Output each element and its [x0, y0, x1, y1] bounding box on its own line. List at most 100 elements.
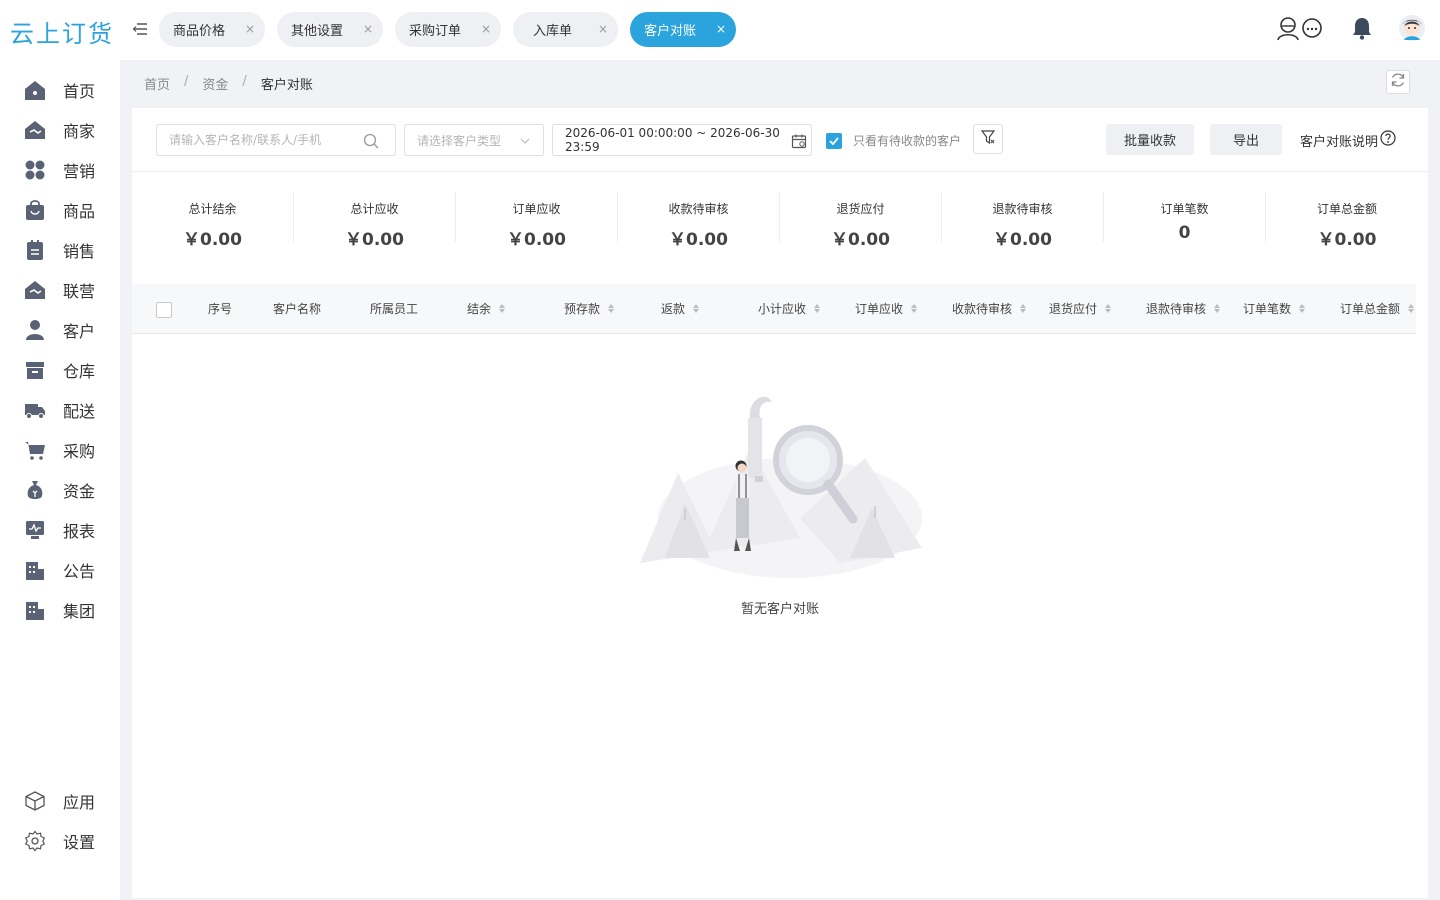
sidebar-item-funds[interactable]: 资金 — [24, 475, 95, 505]
sort-icon — [693, 304, 700, 313]
sidebar-item-label: 仓库 — [63, 362, 96, 381]
customer-type-select[interactable]: 请选择客户类型 — [404, 124, 544, 156]
column-header: 所属员工 — [370, 302, 419, 316]
collapse-menu-icon[interactable] — [131, 20, 149, 38]
tab-product-price[interactable]: 商品价格 × — [159, 12, 266, 47]
stat-order-total: 订单总金额 ￥0.00 — [1266, 192, 1428, 250]
sidebar-item-delivery[interactable]: 配送 — [24, 395, 95, 425]
column-header-sortable[interactable]: 小计应收 — [758, 300, 821, 317]
content-panel: 请选择客户类型 2026-06-01 00:00:00 ~ 2026-06-30… — [132, 108, 1428, 898]
page-tabs: 商品价格 × 其他设置 × 采购订单 × 入库单 × 客户对账 × — [159, 12, 737, 47]
column-header-sortable[interactable]: 收款待审核 — [952, 300, 1027, 317]
export-button[interactable]: 导出 — [1210, 124, 1282, 155]
refresh-button[interactable] — [1386, 70, 1410, 94]
sidebar-item-alliance[interactable]: 联营 — [24, 275, 95, 305]
sidebar-item-label: 报表 — [63, 522, 96, 541]
sidebar-item-group[interactable]: 集团 — [24, 595, 95, 625]
alliance-icon — [24, 279, 46, 301]
column-header-sortable[interactable]: 订单笔数 — [1243, 300, 1306, 317]
sidebar-item-customers[interactable]: 客户 — [24, 315, 95, 345]
date-range-value: 2026-06-01 00:00:00 ~ 2026-06-30 23:59 — [565, 126, 780, 154]
sidebar-item-reports[interactable]: 报表 — [24, 515, 95, 545]
column-header-sortable[interactable]: 结余 — [467, 300, 506, 317]
breadcrumb-current: 客户对账 — [260, 78, 313, 93]
sort-icon — [1105, 304, 1112, 313]
close-icon[interactable]: × — [598, 22, 608, 36]
stat-value: ￥0.00 — [831, 230, 890, 250]
stat-label: 退货应付 — [836, 202, 885, 216]
tab-inbound-order[interactable]: 入库单 × — [513, 12, 619, 47]
search-input[interactable] — [169, 133, 359, 147]
date-range-picker[interactable]: 2026-06-01 00:00:00 ~ 2026-06-30 23:59 — [552, 124, 812, 156]
column-header-sortable[interactable]: 订单应收 — [855, 300, 918, 317]
column-header-sortable[interactable]: 退货应付 — [1049, 300, 1112, 317]
sidebar-item-products[interactable]: 商品 — [24, 195, 95, 225]
batch-collect-button[interactable]: 批量收款 — [1106, 124, 1194, 155]
close-icon[interactable]: × — [716, 22, 726, 36]
app-logo[interactable]: 云上订货 — [10, 14, 114, 49]
sort-icon — [499, 304, 506, 313]
filter-bar: 请选择客户类型 2026-06-01 00:00:00 ~ 2026-06-30… — [132, 108, 1428, 172]
sort-icon — [1020, 304, 1027, 313]
column-header-sortable[interactable]: 订单总金额 — [1340, 300, 1415, 317]
sidebar-item-label: 集团 — [63, 602, 96, 621]
stat-refund-pending: 退款待审核 ￥0.00 — [942, 192, 1104, 250]
money-icon — [24, 479, 46, 501]
sidebar-item-store[interactable]: 商家 — [24, 115, 95, 145]
only-pending-label: 只看有待收款的客户 — [853, 134, 962, 148]
store-icon — [24, 119, 46, 141]
breadcrumb-funds[interactable]: 资金 — [202, 74, 228, 93]
sidebar-item-warehouse[interactable]: 仓库 — [24, 355, 95, 385]
tab-purchase-order[interactable]: 采购订单 × — [395, 12, 502, 47]
only-pending-toggle[interactable]: 只看有待收款的客户 — [826, 132, 961, 149]
column-header-sortable[interactable]: 返款 — [661, 300, 700, 317]
bag-icon — [24, 199, 46, 221]
stat-value: 0 — [1178, 223, 1191, 243]
sidebar-item-purchase[interactable]: 采购 — [24, 435, 95, 465]
tab-label: 客户对账 — [644, 24, 697, 39]
home-icon — [24, 79, 46, 101]
tab-other-settings[interactable]: 其他设置 × — [277, 12, 384, 47]
notice-icon — [24, 559, 46, 581]
tab-customer-reconciliation[interactable]: 客户对账 × — [630, 12, 737, 47]
sidebar-item-home[interactable]: 首页 — [24, 75, 95, 105]
sidebar-item-label: 客户 — [63, 322, 96, 341]
tab-label: 其他设置 — [291, 24, 344, 39]
sort-icon — [608, 304, 615, 313]
sidebar-item-label: 资金 — [63, 482, 96, 501]
calendar-icon — [791, 133, 807, 152]
search-icon[interactable] — [363, 133, 379, 153]
column-header: 客户名称 — [273, 302, 322, 316]
close-icon[interactable]: × — [245, 22, 255, 36]
only-pending-checkbox[interactable] — [826, 132, 842, 149]
sidebar-item-apps[interactable]: 应用 — [24, 786, 95, 816]
sidebar-item-sales[interactable]: 销售 — [24, 235, 95, 265]
column-header-sortable[interactable]: 退款待审核 — [1146, 300, 1221, 317]
sidebar-item-label: 应用 — [63, 793, 96, 812]
column-header-sortable[interactable]: 预存款 — [564, 300, 615, 317]
reconciliation-help-link[interactable]: 客户对账说明 — [1300, 130, 1396, 150]
avatar[interactable] — [1398, 14, 1426, 42]
sidebar-item-notices[interactable]: 公告 — [24, 555, 95, 585]
stat-value: ￥0.00 — [183, 230, 242, 250]
bell-icon[interactable] — [1348, 14, 1376, 42]
close-icon[interactable]: × — [481, 22, 491, 36]
sidebar-item-marketing[interactable]: 营销 — [24, 155, 95, 185]
close-icon[interactable]: × — [363, 22, 373, 36]
sort-icon — [1299, 304, 1306, 313]
stat-value: ￥0.00 — [1317, 230, 1377, 250]
top-bar: 云上订货 商品价格 × 其他设置 × 采购订单 × 入库单 × 客户对账 × — [0, 0, 1440, 60]
sidebar-item-label: 设置 — [63, 833, 96, 852]
help-label: 客户对账说明 — [1300, 134, 1379, 150]
advanced-filter-button[interactable] — [973, 124, 1003, 154]
sidebar-item-label: 商品 — [63, 202, 96, 221]
help-icon — [1380, 130, 1396, 150]
breadcrumb-home[interactable]: 首页 — [144, 74, 170, 93]
select-all-checkbox[interactable] — [156, 302, 172, 318]
support-icon[interactable] — [1276, 14, 1326, 42]
sidebar-item-settings[interactable]: 设置 — [24, 826, 95, 856]
stat-value: ￥0.00 — [669, 230, 728, 250]
sidebar-item-label: 销售 — [63, 242, 96, 261]
stat-label: 订单总金额 — [1316, 202, 1377, 216]
sales-icon — [24, 239, 46, 261]
